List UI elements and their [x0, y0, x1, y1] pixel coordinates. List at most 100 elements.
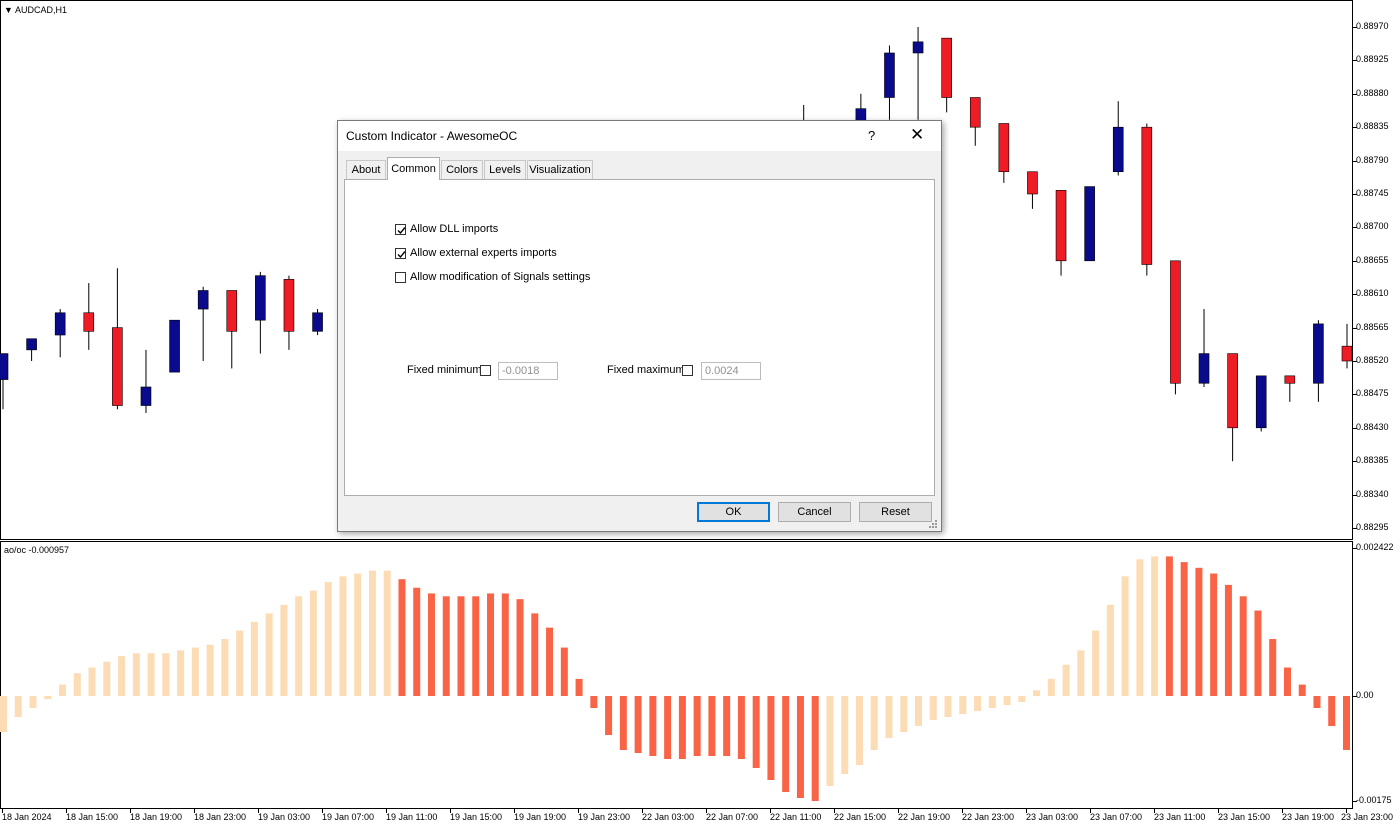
- ao-bar: [693, 696, 701, 756]
- price-label: 0.88520: [1356, 355, 1389, 365]
- price-label: 0.88475: [1356, 388, 1389, 399]
- tab-common[interactable]: Common: [387, 157, 440, 180]
- fixed-maximum-checkbox[interactable]: [682, 365, 693, 376]
- tab-about[interactable]: About: [346, 160, 386, 179]
- ao-bar: [737, 696, 745, 759]
- price-label: 0.88385: [1356, 455, 1389, 466]
- tab-colors[interactable]: Colors: [441, 160, 483, 179]
- ao-bar: [487, 593, 495, 696]
- price-label: 0.88880: [1356, 87, 1389, 98]
- time-label: 22 Jan 07:00: [706, 812, 759, 822]
- price-label: 0.88655: [1356, 254, 1389, 265]
- ao-bar: [915, 696, 923, 726]
- allow-external-experts-checkbox[interactable]: [395, 248, 406, 259]
- ao-bar: [826, 696, 834, 786]
- help-button[interactable]: ?: [868, 128, 875, 143]
- indicator-axis-label: -0.00175: [1356, 795, 1392, 805]
- ao-bar: [236, 630, 244, 696]
- ao-bar: [1018, 696, 1026, 702]
- fixed-minimum-input[interactable]: -0.0018: [498, 362, 558, 380]
- time-label: 23 Jan 23:00: [1340, 812, 1393, 822]
- price-label: 0.88835: [1356, 121, 1389, 132]
- price-label: 0.88565: [1356, 321, 1389, 332]
- allow-signals-modification-checkbox[interactable]: [395, 272, 406, 283]
- ao-bar: [516, 599, 524, 696]
- ao-bar: [368, 570, 376, 696]
- check-icon: [397, 251, 406, 259]
- close-button[interactable]: ✕: [910, 125, 924, 145]
- ao-bar: [796, 696, 804, 798]
- allow-external-experts-label[interactable]: Allow external experts imports: [410, 247, 557, 259]
- ao-bar: [590, 696, 598, 708]
- reset-button[interactable]: Reset: [859, 502, 932, 522]
- ao-bar: [1254, 610, 1262, 696]
- time-label: 18 Jan 2024: [2, 812, 52, 822]
- ao-bar: [383, 570, 391, 696]
- ao-bar: [1121, 576, 1129, 696]
- ao-bar: [944, 696, 952, 717]
- price-label: 0.88970: [1356, 21, 1389, 31]
- ao-bar: [619, 696, 627, 750]
- ao-bar: [250, 621, 258, 696]
- ao-bar: [1092, 630, 1100, 696]
- fixed-maximum-input[interactable]: 0.0024: [701, 362, 761, 380]
- price-label: 0.88745: [1356, 188, 1389, 198]
- time-label: 23 Jan 07:00: [1090, 812, 1143, 822]
- ao-bar: [427, 593, 435, 696]
- ao-bar: [634, 696, 642, 753]
- price-label: 0.88340: [1356, 488, 1389, 499]
- ao-bar: [1239, 596, 1247, 696]
- tab-levels[interactable]: Levels: [484, 160, 526, 179]
- ao-bar: [708, 696, 716, 756]
- ao-bar: [575, 678, 583, 696]
- ao-bar: [1077, 650, 1085, 696]
- ao-bar: [560, 647, 568, 696]
- time-label: 19 Jan 19:00: [514, 812, 567, 822]
- check-icon: [397, 227, 406, 235]
- ao-bar: [929, 696, 937, 720]
- ao-bar: [1343, 696, 1350, 750]
- indicator-tick: [1353, 696, 1357, 697]
- ao-bar: [752, 696, 760, 768]
- indicator-axis-label: 0.00: [1356, 690, 1374, 700]
- ao-bar: [767, 696, 775, 780]
- ao-bar: [1195, 567, 1203, 696]
- tab-visualization[interactable]: Visualization: [527, 160, 593, 179]
- ok-button[interactable]: OK: [697, 502, 770, 522]
- price-label: 0.88925: [1356, 54, 1389, 65]
- ao-bar: [324, 582, 332, 696]
- allow-dll-imports-label[interactable]: Allow DLL imports: [410, 223, 498, 235]
- time-label: 22 Jan 11:00: [770, 812, 822, 822]
- time-label: 22 Jan 03:00: [642, 812, 695, 822]
- fixed-minimum-label: Fixed minimum: [407, 364, 482, 376]
- cancel-button[interactable]: Cancel: [778, 502, 851, 522]
- resize-grip-icon[interactable]: [928, 519, 938, 529]
- time-label: 18 Jan 19:00: [130, 812, 183, 822]
- ao-bar: [605, 696, 613, 735]
- ao-bar: [678, 696, 686, 759]
- ao-bar: [649, 696, 657, 756]
- time-label: 18 Jan 23:00: [194, 812, 247, 822]
- ao-bar: [811, 696, 819, 801]
- indicator-tick: [1353, 801, 1357, 802]
- allow-signals-modification-label[interactable]: Allow modification of Signals settings: [410, 271, 590, 283]
- price-label: 0.88790: [1356, 154, 1389, 165]
- ao-bar: [723, 696, 731, 756]
- dialog-titlebar[interactable]: Custom Indicator - AwesomeOC ? ✕: [338, 121, 941, 151]
- ao-bar: [73, 673, 81, 696]
- ao-bar: [959, 696, 967, 714]
- ao-bar: [339, 576, 347, 696]
- allow-dll-imports-checkbox[interactable]: [395, 224, 406, 235]
- ao-bar: [354, 573, 362, 696]
- ao-bar: [191, 647, 199, 696]
- ao-bar: [398, 579, 406, 696]
- ao-bar: [309, 590, 317, 696]
- ao-bar: [1180, 562, 1188, 696]
- ao-bar: [870, 696, 878, 750]
- indicator-axis-label: 0.002422: [1356, 542, 1393, 552]
- ao-bar: [295, 596, 303, 696]
- ao-bar: [664, 696, 672, 759]
- ao-bar: [531, 613, 539, 696]
- fixed-minimum-checkbox[interactable]: [480, 365, 491, 376]
- custom-indicator-dialog: Custom Indicator - AwesomeOC ? ✕ About C…: [337, 120, 942, 532]
